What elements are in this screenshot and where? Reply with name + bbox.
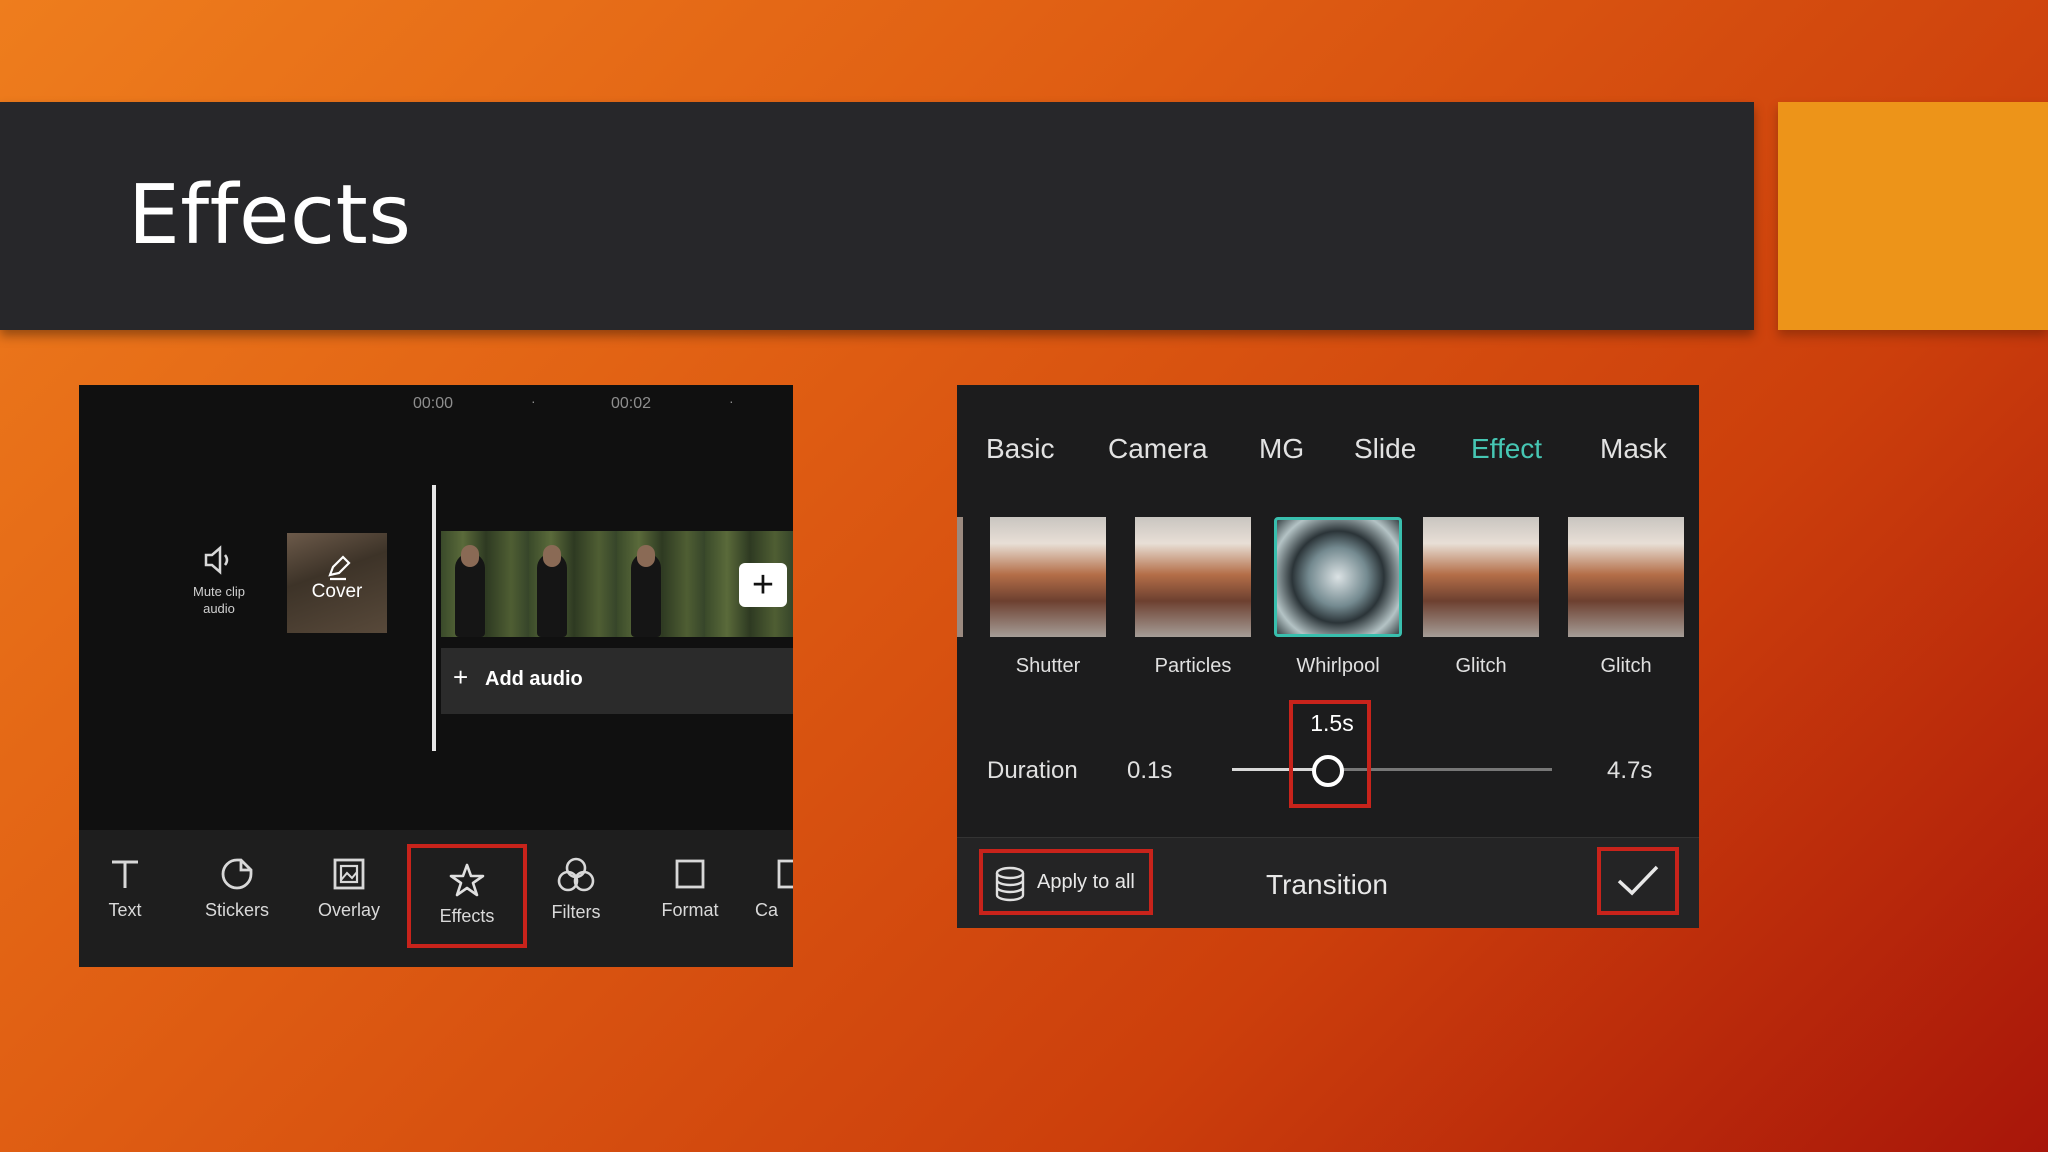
- timeline-dot: ·: [729, 393, 734, 409]
- duration-highlight-box: [1289, 700, 1371, 808]
- add-audio-label: Add audio: [485, 668, 583, 690]
- tool-overlay[interactable]: Overlay: [299, 830, 399, 967]
- timeline-dot: ·: [531, 393, 536, 409]
- confirm-button[interactable]: [1597, 847, 1679, 915]
- tool-filters[interactable]: Filters: [526, 830, 626, 967]
- effect-thumb-particles[interactable]: [1135, 517, 1251, 637]
- playhead[interactable]: [432, 485, 436, 751]
- tab-basic[interactable]: Basic: [986, 433, 1054, 465]
- canvas-icon: [777, 859, 793, 889]
- mute-clip-audio-button[interactable]: Mute clip audio: [179, 545, 259, 617]
- speaker-icon: [204, 545, 229, 575]
- effect-label: Shutter: [1015, 655, 1081, 677]
- effect-thumbnail-partial: [957, 517, 963, 637]
- add-clip-button[interactable]: +: [739, 563, 787, 607]
- clip-frame-person: [537, 545, 567, 637]
- duration-max: 4.7s: [1607, 757, 1653, 784]
- effect-label: Glitch: [1455, 655, 1507, 677]
- cover-label: Cover: [311, 581, 363, 602]
- effect-thumb-shutter[interactable]: [990, 517, 1106, 637]
- add-audio-button[interactable]: + Add audio: [441, 648, 793, 714]
- tool-label: Effects: [439, 906, 495, 926]
- mute-clip-label: Mute clip audio: [192, 584, 246, 616]
- tool-format[interactable]: Format: [640, 830, 740, 967]
- transition-panel-screenshot: Basic Camera MG Slide Effect Mask Shutte…: [957, 385, 1699, 928]
- duration-min: 0.1s: [1127, 757, 1173, 784]
- bottom-toolbar: Text Stickers Overlay Effects Filters Fo…: [79, 830, 793, 967]
- apply-to-all-button[interactable]: Apply to all: [979, 849, 1153, 915]
- pencil-icon: [328, 555, 351, 581]
- tab-camera[interactable]: Camera: [1108, 433, 1208, 465]
- tool-label: Overlay: [317, 900, 380, 920]
- tool-canvas[interactable]: Ca: [745, 830, 793, 967]
- layers-icon: [995, 866, 1025, 902]
- slide-title: Effects: [128, 168, 412, 263]
- tool-label: Ca: [755, 900, 779, 920]
- title-bar: Effects: [0, 102, 1754, 330]
- tab-effect[interactable]: Effect: [1471, 433, 1542, 465]
- timecode-2s: 00:02: [611, 395, 652, 412]
- tab-mask[interactable]: Mask: [1600, 433, 1667, 465]
- clip-frame-person: [455, 545, 485, 637]
- tool-stickers[interactable]: Stickers: [187, 830, 287, 967]
- effect-label: Glitch: [1600, 655, 1652, 677]
- tool-label: Text: [108, 900, 142, 920]
- plus-icon: +: [453, 662, 469, 692]
- duration-label: Duration: [987, 757, 1078, 784]
- timecode-start: 00:00: [413, 395, 454, 412]
- effect-thumb-whirlpool[interactable]: [1274, 517, 1402, 637]
- overlay-icon: [333, 858, 365, 890]
- effect-label: Whirlpool: [1296, 655, 1380, 677]
- text-icon: [112, 860, 138, 888]
- tool-effects[interactable]: Effects: [407, 844, 527, 948]
- clip-frame-person: [631, 545, 661, 637]
- effect-thumb-glitch[interactable]: [1423, 517, 1539, 637]
- check-icon: [1617, 865, 1659, 896]
- accent-block: [1778, 102, 2048, 330]
- format-icon: [675, 859, 705, 889]
- effect-thumb-glitch-2[interactable]: [1568, 517, 1684, 637]
- editor-screenshot: 00:00 · 00:02 · Mute clip audio Cover + …: [79, 385, 793, 967]
- tab-slide[interactable]: Slide: [1354, 433, 1416, 465]
- tool-label: Filters: [551, 902, 601, 922]
- tab-mg[interactable]: MG: [1259, 433, 1304, 465]
- duration-slider-track[interactable]: [1232, 768, 1552, 771]
- effects-star-icon: [449, 863, 485, 897]
- sticker-icon: [221, 858, 253, 890]
- apply-to-all-label: Apply to all: [1037, 871, 1135, 893]
- tool-label: Format: [661, 900, 719, 920]
- filters-icon: [557, 857, 595, 892]
- cover-button[interactable]: Cover: [287, 533, 387, 633]
- effect-label: Particles: [1154, 655, 1232, 677]
- tool-label: Stickers: [204, 900, 269, 920]
- tool-text[interactable]: Text: [79, 830, 175, 967]
- panel-title: Transition: [1266, 869, 1388, 900]
